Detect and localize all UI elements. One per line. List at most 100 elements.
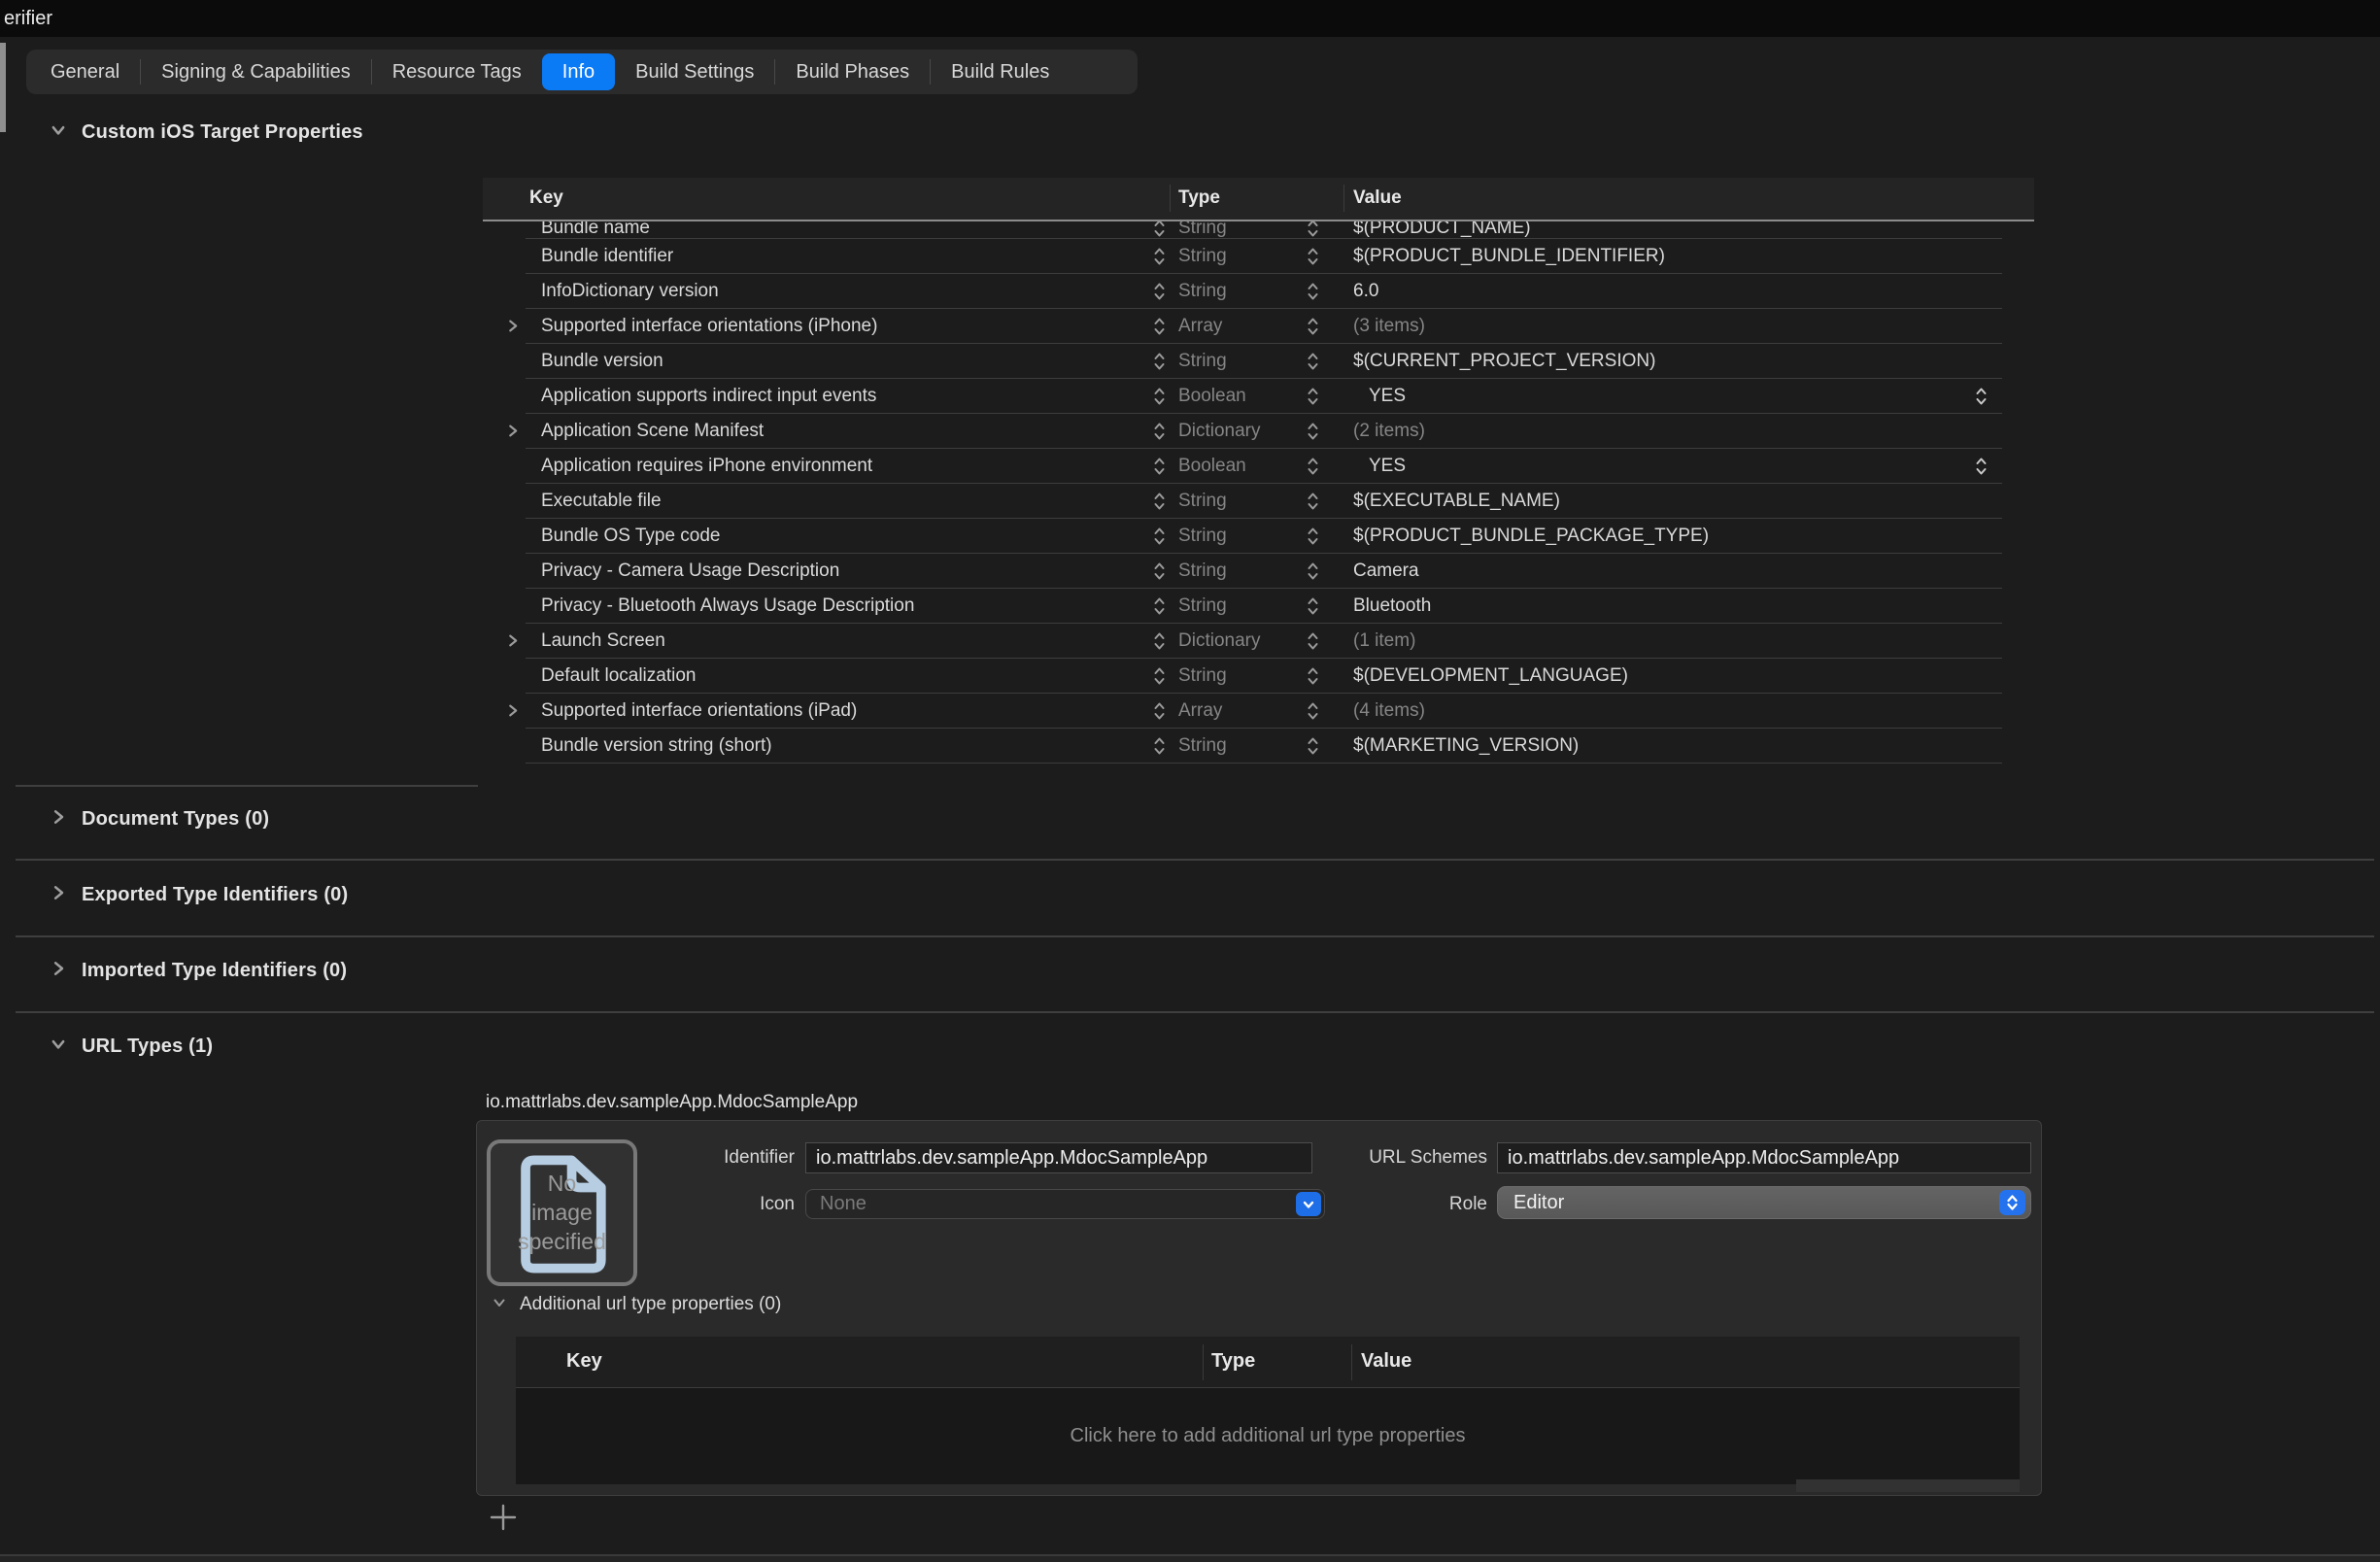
table-row[interactable]: Application Scene ManifestDictionary(2 i…	[526, 414, 2002, 449]
key-stepper-icon[interactable]	[1153, 729, 1166, 763]
key-stepper-icon[interactable]	[1153, 239, 1166, 273]
tab-signing-capabilities[interactable]: Signing & Capabilities	[141, 53, 371, 90]
value-stepper-icon[interactable]	[1975, 449, 1988, 483]
section-url-types[interactable]: URL Types (1)	[51, 1036, 213, 1058]
key-stepper-icon[interactable]	[1153, 659, 1166, 693]
type-stepper-icon[interactable]	[1307, 729, 1319, 763]
tab-info[interactable]: Info	[542, 53, 615, 90]
table-row[interactable]: Bundle version string (short)String$(MAR…	[526, 729, 2002, 764]
type-stepper-icon[interactable]	[1307, 449, 1319, 483]
section-document-types[interactable]: Document Types (0)	[51, 808, 269, 831]
section-divider	[16, 935, 2374, 937]
key-stepper-icon[interactable]	[1153, 519, 1166, 553]
section-exported-type-identifiers[interactable]: Exported Type Identifiers (0)	[51, 884, 348, 906]
key-stepper-icon[interactable]	[1153, 484, 1166, 518]
column-header-value[interactable]: Value	[1353, 187, 1402, 209]
row-type: String	[1178, 344, 1227, 378]
column-divider[interactable]	[1343, 185, 1344, 212]
key-stepper-icon[interactable]	[1153, 449, 1166, 483]
key-stepper-icon[interactable]	[1153, 624, 1166, 658]
table-row[interactable]: Bundle OS Type codeString$(PRODUCT_BUNDL…	[526, 519, 2002, 554]
add-url-type-button[interactable]	[489, 1503, 518, 1532]
type-stepper-icon[interactable]	[1307, 659, 1319, 693]
role-popup-button[interactable]: Editor	[1497, 1186, 2031, 1219]
identifier-field[interactable]: io.mattrlabs.dev.sampleApp.MdocSampleApp	[805, 1142, 1312, 1173]
key-stepper-icon[interactable]	[1153, 344, 1166, 378]
row-key: Bundle OS Type code	[541, 519, 721, 553]
row-type: String	[1178, 589, 1227, 623]
properties-table: Bundle nameString$(PRODUCT_NAME)Bundle i…	[526, 221, 2002, 764]
chevron-right-icon	[51, 809, 66, 830]
table-row[interactable]: Application supports indirect input even…	[526, 379, 2002, 414]
type-stepper-icon[interactable]	[1307, 694, 1319, 728]
type-stepper-icon[interactable]	[1307, 484, 1319, 518]
column-header-key[interactable]: Key	[529, 187, 563, 209]
value-stepper-icon[interactable]	[1975, 379, 1988, 413]
table-row[interactable]: Privacy - Bluetooth Always Usage Descrip…	[526, 589, 2002, 624]
scrollbar-track[interactable]	[1796, 1479, 2020, 1492]
row-type: Boolean	[1178, 379, 1246, 413]
key-stepper-icon[interactable]	[1153, 589, 1166, 623]
key-stepper-icon[interactable]	[1153, 309, 1166, 343]
tab-build-rules[interactable]: Build Rules	[931, 53, 1070, 90]
table-row[interactable]: Executable fileString$(EXECUTABLE_NAME)	[526, 484, 2002, 519]
tab-build-phases[interactable]: Build Phases	[775, 53, 930, 90]
url-schemes-field[interactable]: io.mattrlabs.dev.sampleApp.MdocSampleApp	[1497, 1142, 2031, 1173]
section-imported-type-identifiers[interactable]: Imported Type Identifiers (0)	[51, 960, 347, 982]
additional-properties-table: Key Type Value Click here to add additio…	[516, 1337, 2020, 1484]
section-custom-ios-target-properties[interactable]: Custom iOS Target Properties	[51, 121, 363, 144]
key-stepper-icon[interactable]	[1153, 221, 1166, 239]
key-stepper-icon[interactable]	[1153, 379, 1166, 413]
table-row[interactable]: Launch ScreenDictionary(1 item)	[526, 624, 2002, 659]
type-stepper-icon[interactable]	[1307, 589, 1319, 623]
row-key: Supported interface orientations (iPad)	[541, 694, 857, 728]
column-header-key[interactable]: Key	[566, 1350, 602, 1373]
row-value: Bluetooth	[1353, 589, 1431, 623]
add-additional-properties-hint[interactable]: Click here to add additional url type pr…	[516, 1388, 2020, 1484]
table-row[interactable]: Supported interface orientations (iPad)A…	[526, 694, 2002, 729]
type-stepper-icon[interactable]	[1307, 414, 1319, 448]
column-divider[interactable]	[1203, 1344, 1204, 1380]
key-stepper-icon[interactable]	[1153, 274, 1166, 308]
table-row-clipped[interactable]: Bundle nameString$(PRODUCT_NAME)	[526, 221, 2002, 239]
additional-url-type-properties-disclosure[interactable]: Additional url type properties (0)	[493, 1294, 781, 1315]
popup-stepper-icon	[1999, 1190, 2025, 1215]
chevron-right-icon[interactable]	[505, 414, 521, 448]
tab-build-settings[interactable]: Build Settings	[615, 53, 774, 90]
column-header-value[interactable]: Value	[1361, 1350, 1411, 1373]
type-stepper-icon[interactable]	[1307, 239, 1319, 273]
type-stepper-icon[interactable]	[1307, 344, 1319, 378]
icon-combobox[interactable]: None	[805, 1189, 1325, 1219]
table-row[interactable]: Supported interface orientations (iPhone…	[526, 309, 2002, 344]
key-stepper-icon[interactable]	[1153, 554, 1166, 588]
table-row[interactable]: Privacy - Camera Usage DescriptionString…	[526, 554, 2002, 589]
type-stepper-icon[interactable]	[1307, 624, 1319, 658]
type-stepper-icon[interactable]	[1307, 274, 1319, 308]
chevron-right-icon[interactable]	[505, 624, 521, 658]
key-stepper-icon[interactable]	[1153, 414, 1166, 448]
xcode-info-editor: erifier GeneralSigning & CapabilitiesRes…	[0, 0, 2380, 1562]
table-row[interactable]: Bundle identifierString$(PRODUCT_BUNDLE_…	[526, 239, 2002, 274]
row-value: $(PRODUCT_BUNDLE_PACKAGE_TYPE)	[1353, 519, 1709, 553]
type-stepper-icon[interactable]	[1307, 554, 1319, 588]
table-row[interactable]: Default localizationString$(DEVELOPMENT_…	[526, 659, 2002, 694]
chevron-right-icon[interactable]	[505, 309, 521, 343]
table-row[interactable]: Application requires iPhone environmentB…	[526, 449, 2002, 484]
bottom-edge	[0, 1556, 2380, 1562]
column-divider[interactable]	[1170, 185, 1171, 212]
table-row[interactable]: Bundle versionString$(CURRENT_PROJECT_VE…	[526, 344, 2002, 379]
type-stepper-icon[interactable]	[1307, 309, 1319, 343]
table-row[interactable]: InfoDictionary versionString6.0	[526, 274, 2002, 309]
type-stepper-icon[interactable]	[1307, 519, 1319, 553]
type-stepper-icon[interactable]	[1307, 221, 1319, 239]
chevron-right-icon[interactable]	[505, 694, 521, 728]
url-type-name: io.mattrlabs.dev.sampleApp.MdocSampleApp	[486, 1092, 858, 1113]
column-header-type[interactable]: Type	[1178, 187, 1220, 209]
tab-general[interactable]: General	[30, 53, 140, 90]
tab-resource-tags[interactable]: Resource Tags	[372, 53, 542, 90]
key-stepper-icon[interactable]	[1153, 694, 1166, 728]
type-stepper-icon[interactable]	[1307, 379, 1319, 413]
column-header-type[interactable]: Type	[1211, 1350, 1255, 1373]
table-row[interactable]: Bundle nameString$(PRODUCT_NAME)	[526, 221, 2002, 239]
column-divider[interactable]	[1351, 1344, 1352, 1380]
